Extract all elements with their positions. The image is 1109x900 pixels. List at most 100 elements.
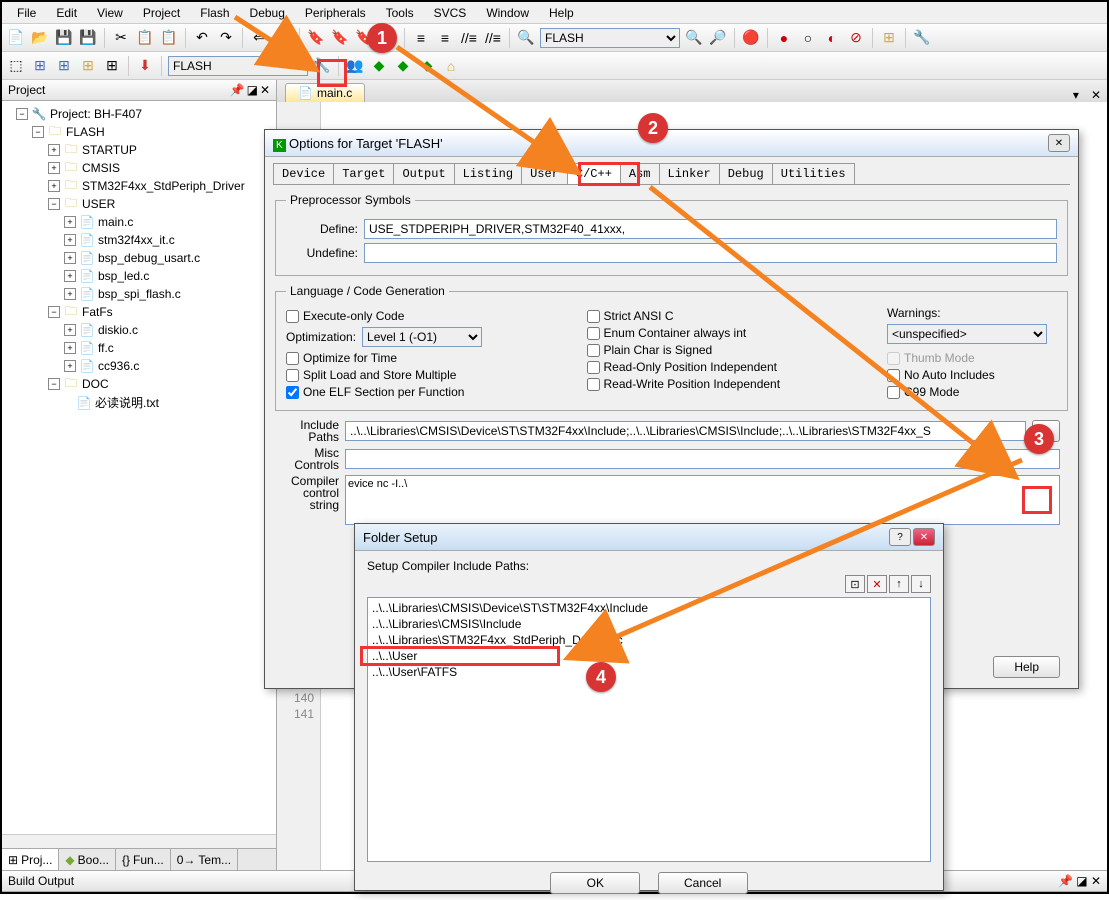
uncomment-icon[interactable]: //≡ bbox=[483, 28, 503, 48]
find-icon[interactable]: 🔍 bbox=[516, 28, 536, 48]
new-path-icon[interactable]: ⊡ bbox=[845, 575, 865, 593]
breakpoint-insert-icon[interactable]: ● bbox=[774, 28, 794, 48]
menu-debug[interactable]: Debug bbox=[240, 3, 295, 23]
undefine-input[interactable] bbox=[364, 243, 1057, 263]
books-icon[interactable]: ⌂ bbox=[441, 56, 461, 76]
save-icon[interactable]: 💾 bbox=[54, 28, 74, 48]
nav-back-icon[interactable]: ⇐ bbox=[249, 28, 269, 48]
manage-icon[interactable]: 👥 bbox=[345, 56, 365, 76]
strict-check[interactable] bbox=[587, 310, 600, 323]
editor-menu-icon[interactable]: ▾ bbox=[1067, 88, 1085, 102]
breakpoint-toggle-icon[interactable]: ○ bbox=[798, 28, 818, 48]
menu-flash[interactable]: Flash bbox=[190, 3, 239, 23]
tab-target[interactable]: Target bbox=[333, 163, 394, 184]
target-select[interactable]: FLASH bbox=[168, 56, 308, 76]
tab-linker[interactable]: Linker bbox=[659, 163, 720, 184]
ro-check[interactable] bbox=[587, 361, 600, 374]
find-in-files-icon[interactable]: 🔍 bbox=[684, 28, 704, 48]
cut-icon[interactable]: ✂ bbox=[111, 28, 131, 48]
move-down-icon[interactable]: ↓ bbox=[911, 575, 931, 593]
help-button[interactable]: Help bbox=[993, 656, 1060, 678]
list-item[interactable]: ..\..\Libraries\CMSIS\Device\ST\STM32F4x… bbox=[372, 600, 926, 616]
tab-utilities[interactable]: Utilities bbox=[772, 163, 855, 184]
pack-install-icon[interactable]: ◆ bbox=[417, 56, 437, 76]
c99-check[interactable] bbox=[887, 386, 900, 399]
delete-path-icon[interactable]: ✕ bbox=[867, 575, 887, 593]
optimization-select[interactable]: Level 1 (-O1) bbox=[362, 327, 482, 347]
menu-edit[interactable]: Edit bbox=[46, 3, 87, 23]
opt-time-check[interactable] bbox=[286, 352, 299, 365]
include-paths-input[interactable] bbox=[345, 421, 1026, 441]
menu-peripherals[interactable]: Peripherals bbox=[295, 3, 376, 23]
copy-icon[interactable]: 📋 bbox=[135, 28, 155, 48]
move-up-icon[interactable]: ↑ bbox=[889, 575, 909, 593]
new-icon[interactable]: 📄 bbox=[6, 28, 26, 48]
menu-help[interactable]: Help bbox=[539, 3, 584, 23]
close-icon[interactable]: ✕ bbox=[1048, 134, 1070, 152]
warnings-select[interactable]: <unspecified> bbox=[887, 324, 1047, 344]
tab-ccpp[interactable]: C/C++ bbox=[567, 163, 621, 184]
indent-icon[interactable]: ≡ bbox=[411, 28, 431, 48]
rebuild-icon[interactable]: ⊞ bbox=[54, 56, 74, 76]
project-tree[interactable]: −🔧Project: BH-F407 −🗀FLASH +🗀STARTUP +🗀C… bbox=[2, 101, 276, 834]
misc-input[interactable] bbox=[345, 449, 1060, 469]
tab-templates[interactable]: 0→Tem... bbox=[171, 849, 238, 870]
panel-menu-icon[interactable]: ◪ bbox=[1076, 874, 1087, 888]
folder-list[interactable]: ..\..\Libraries\CMSIS\Device\ST\STM32F4x… bbox=[367, 597, 931, 862]
breakpoint-disable-icon[interactable]: ◐ bbox=[822, 28, 842, 48]
define-input[interactable] bbox=[364, 219, 1057, 239]
redo-icon[interactable]: ↷ bbox=[216, 28, 236, 48]
list-item[interactable]: ..\..\User bbox=[372, 648, 926, 664]
editor-tab-mainc[interactable]: 📄main.c bbox=[285, 83, 365, 102]
menu-file[interactable]: File bbox=[7, 3, 46, 23]
list-item[interactable]: ..\..\Libraries\CMSIS\Include bbox=[372, 616, 926, 632]
tab-device[interactable]: Device bbox=[273, 163, 334, 184]
rw-check[interactable] bbox=[587, 378, 600, 391]
help-icon[interactable]: ? bbox=[889, 528, 911, 546]
breakpoint-kill-icon[interactable]: ⊘ bbox=[846, 28, 866, 48]
enum-check[interactable] bbox=[587, 327, 600, 340]
find-target-select[interactable]: FLASH bbox=[540, 28, 680, 48]
tab-user[interactable]: User bbox=[521, 163, 568, 184]
one-elf-check[interactable] bbox=[286, 386, 299, 399]
comment-icon[interactable]: //≡ bbox=[459, 28, 479, 48]
build-icon[interactable]: ⊞ bbox=[30, 56, 50, 76]
debug-icon[interactable]: 🔴 bbox=[741, 28, 761, 48]
menu-view[interactable]: View bbox=[87, 3, 133, 23]
window-icon[interactable]: ⊞ bbox=[879, 28, 899, 48]
cancel-button[interactable]: Cancel bbox=[658, 872, 748, 894]
pin-icon[interactable]: 📌 bbox=[1058, 874, 1073, 888]
tab-listing[interactable]: Listing bbox=[454, 163, 522, 184]
tab-output[interactable]: Output bbox=[393, 163, 454, 184]
incremental-find-icon[interactable]: 🔎 bbox=[708, 28, 728, 48]
panel-close-icon[interactable]: ✕ bbox=[1091, 874, 1101, 888]
list-item[interactable]: ..\..\Libraries\STM32F4xx_StdPeriph_Driv… bbox=[372, 632, 926, 648]
manage-rte-icon[interactable]: ◆ bbox=[369, 56, 389, 76]
pin-icon[interactable]: 📌 bbox=[230, 83, 245, 97]
split-check[interactable] bbox=[286, 369, 299, 382]
select-pack-icon[interactable]: ◆ bbox=[393, 56, 413, 76]
menu-window[interactable]: Window bbox=[476, 3, 539, 23]
download-icon[interactable]: ⬇ bbox=[135, 56, 155, 76]
noauto-check[interactable] bbox=[887, 369, 900, 382]
open-icon[interactable]: 📂 bbox=[30, 28, 50, 48]
tab-books[interactable]: ◆Boo... bbox=[59, 849, 116, 870]
tab-debug[interactable]: Debug bbox=[719, 163, 773, 184]
configure-icon[interactable]: 🔧 bbox=[912, 28, 932, 48]
menu-tools[interactable]: Tools bbox=[376, 3, 424, 23]
menu-project[interactable]: Project bbox=[133, 3, 190, 23]
close-icon[interactable]: ✕ bbox=[913, 528, 935, 546]
bookmark-icon[interactable]: 🔖 bbox=[306, 28, 326, 48]
translate-icon[interactable]: ⬚ bbox=[6, 56, 26, 76]
plain-check[interactable] bbox=[587, 344, 600, 357]
tab-functions[interactable]: {}Fun... bbox=[116, 849, 171, 870]
ok-button[interactable]: OK bbox=[550, 872, 640, 894]
tab-project[interactable]: ⊞Proj... bbox=[2, 849, 59, 870]
panel-menu-icon[interactable]: ◪ bbox=[247, 83, 258, 97]
save-all-icon[interactable]: 💾 bbox=[78, 28, 98, 48]
undo-icon[interactable]: ↶ bbox=[192, 28, 212, 48]
editor-close-icon[interactable]: ✕ bbox=[1085, 88, 1107, 102]
batch-build-icon[interactable]: ⊞ bbox=[78, 56, 98, 76]
nav-fwd-icon[interactable]: ⇒ bbox=[273, 28, 293, 48]
bookmark-prev-icon[interactable]: 🔖 bbox=[330, 28, 350, 48]
